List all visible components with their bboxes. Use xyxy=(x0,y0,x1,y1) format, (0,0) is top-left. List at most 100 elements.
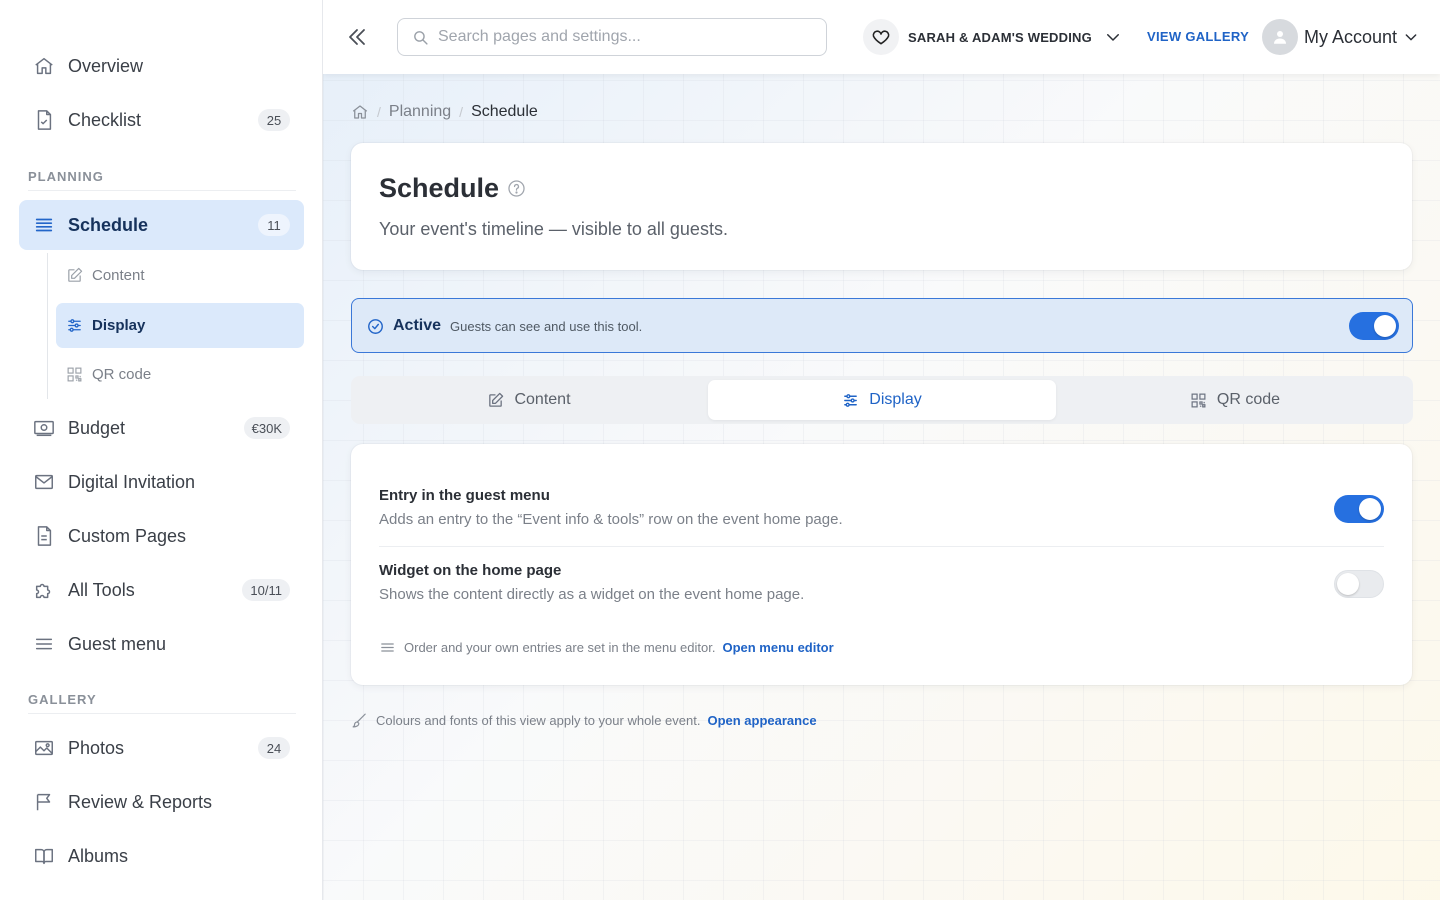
count-badge: 11 xyxy=(258,214,290,236)
sidebar-item-guest-menu[interactable]: Guest menu xyxy=(19,619,304,669)
breadcrumb-current: Schedule xyxy=(471,103,538,120)
check-circle-icon xyxy=(367,318,384,335)
sidebar-item-label: Checklist xyxy=(68,109,142,130)
heart-icon xyxy=(863,19,899,55)
tab-label: QR code xyxy=(1216,391,1281,408)
tool-active-toggle[interactable] xyxy=(1349,312,1399,340)
mail-icon xyxy=(33,471,55,493)
sidebar-item-review-reports[interactable]: Review & Reports xyxy=(19,777,304,827)
sidebar-item-albums[interactable]: Albums xyxy=(19,831,304,881)
book-icon xyxy=(33,845,55,867)
sidebar-item-label: Custom Pages xyxy=(68,525,187,546)
tab-display[interactable]: Display xyxy=(708,380,1056,420)
chevron-down-icon xyxy=(1403,29,1419,45)
status-description: Guests can see and use this tool. xyxy=(450,319,643,334)
submenu-guide-line xyxy=(47,253,48,399)
sidebar-subitem-content[interactable]: Content xyxy=(56,253,304,298)
breadcrumb: / Planning / Schedule xyxy=(351,102,538,122)
sidebar-item-label: Review & Reports xyxy=(68,791,213,812)
count-badge: €30K xyxy=(243,417,290,439)
sidebar-item-all-tools[interactable]: All Tools 10/11 xyxy=(19,565,304,615)
tab-label: Content xyxy=(514,391,571,408)
setting-title: Widget on the home page xyxy=(379,562,562,579)
sidebar-item-label: Schedule xyxy=(68,214,149,235)
sidebar-item-digital-invitation[interactable]: Digital Invitation xyxy=(19,457,304,507)
brush-icon xyxy=(351,712,368,729)
setting-description: Shows the content directly as a widget o… xyxy=(379,586,805,603)
sidebar-item-label: Guest menu xyxy=(68,633,167,654)
home-widget-toggle[interactable] xyxy=(1334,570,1384,598)
divider xyxy=(28,713,296,714)
money-icon xyxy=(33,417,55,439)
count-badge: 24 xyxy=(258,737,290,759)
view-gallery-link[interactable]: VIEW GALLERY xyxy=(1147,29,1249,44)
edit-icon xyxy=(66,267,83,284)
sidebar-item-label: Budget xyxy=(68,417,126,438)
setting-title: Entry in the guest menu xyxy=(379,487,550,504)
menu-note-text: Order and your own entries are set in th… xyxy=(404,640,716,655)
open-appearance-link[interactable]: Open appearance xyxy=(707,713,816,728)
sidebar-item-overview[interactable]: Overview xyxy=(19,41,304,91)
chevron-down-icon xyxy=(1104,28,1122,46)
sidebar-item-label: Overview xyxy=(68,55,144,76)
sidebar-item-label: All Tools xyxy=(68,579,135,600)
breadcrumb-separator: / xyxy=(377,104,381,120)
page-header-card: Schedule Your event's timeline — visible… xyxy=(351,143,1412,270)
setting-description: Adds an entry to the “Event info & tools… xyxy=(379,511,843,528)
appearance-note: Colours and fonts of this view apply to … xyxy=(351,712,817,729)
sidebar-subitem-label: QR code xyxy=(92,366,152,383)
collapse-sidebar-icon[interactable] xyxy=(345,25,369,49)
edit-icon xyxy=(487,392,504,409)
home-icon[interactable] xyxy=(351,103,369,121)
sidebar-item-schedule[interactable]: Schedule 11 xyxy=(19,200,304,250)
search-icon xyxy=(412,29,429,46)
tab-label: Display xyxy=(869,391,922,408)
toggle-knob xyxy=(1337,573,1359,595)
tab-content[interactable]: Content xyxy=(355,380,703,420)
section-heading-gallery: GALLERY xyxy=(28,692,97,707)
puzzle-icon xyxy=(33,579,55,601)
sidebar-item-photos[interactable]: Photos 24 xyxy=(19,723,304,773)
search-box xyxy=(397,18,827,56)
sidebar-item-checklist[interactable]: Checklist 25 xyxy=(19,95,304,145)
menu-editor-note: Order and your own entries are set in th… xyxy=(379,639,834,656)
top-bar: SARAH & ADAM'S WEDDING VIEW GALLERY My A… xyxy=(323,0,1440,74)
event-switcher[interactable]: SARAH & ADAM'S WEDDING xyxy=(863,19,1122,55)
section-heading-planning: PLANNING xyxy=(28,169,104,184)
sidebar-subitem-qr[interactable]: QR code xyxy=(56,352,304,397)
count-badge: 10/11 xyxy=(242,579,290,601)
open-menu-editor-link[interactable]: Open menu editor xyxy=(722,640,833,655)
appearance-note-text: Colours and fonts of this view apply to … xyxy=(376,713,701,728)
breadcrumb-separator: / xyxy=(459,104,464,120)
sidebar-subitem-label: Display xyxy=(92,317,146,334)
sliders-icon xyxy=(66,317,83,334)
account-menu[interactable]: My Account xyxy=(1262,19,1419,55)
home-icon xyxy=(33,55,55,77)
sidebar-item-budget[interactable]: Budget €30K xyxy=(19,403,304,453)
display-settings-card: Entry in the guest menu Adds an entry to… xyxy=(351,444,1412,685)
sidebar-item-label: Digital Invitation xyxy=(68,471,196,492)
tab-qr-code[interactable]: QR code xyxy=(1061,380,1409,420)
tab-bar: Content Display QR code xyxy=(351,376,1413,424)
help-icon[interactable] xyxy=(507,179,526,198)
toggle-knob xyxy=(1359,498,1381,520)
menu-icon xyxy=(379,639,396,656)
sidebar-item-custom-pages[interactable]: Custom Pages xyxy=(19,511,304,561)
avatar xyxy=(1262,19,1298,55)
breadcrumb-planning[interactable]: Planning xyxy=(389,103,451,121)
sliders-icon xyxy=(842,392,859,409)
flag-icon xyxy=(33,791,55,813)
qr-code-icon xyxy=(66,366,83,383)
search-input[interactable] xyxy=(438,19,818,55)
sidebar-subitem-label: Content xyxy=(92,267,145,284)
guest-menu-entry-toggle[interactable] xyxy=(1334,495,1384,523)
toggle-knob xyxy=(1374,315,1396,337)
checklist-icon xyxy=(33,109,55,131)
sidebar-item-label: Albums xyxy=(68,845,129,866)
sidebar-subitem-display[interactable]: Display xyxy=(56,303,304,348)
sidebar-item-label: Photos xyxy=(68,737,125,758)
sidebar: Overview Checklist 25 PLANNING Schedule … xyxy=(0,0,323,900)
qr-code-icon xyxy=(1190,392,1207,409)
menu-icon xyxy=(33,633,55,655)
page-subtitle: Your event's timeline — visible to all g… xyxy=(379,219,728,239)
